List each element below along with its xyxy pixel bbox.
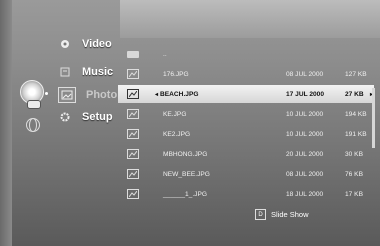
top-header-bar [120,0,380,38]
footer-hint: D Slide Show [255,209,309,220]
file-list-panel: .. 176.JPG 08 JUL 2000 127 KB BEACH.JPG 17 J… [118,44,374,199]
file-name: ______1_.JPG [163,190,207,198]
menu-item-music[interactable]: Music [58,62,113,82]
film-reel-icon [58,37,72,51]
file-date: 10 JUL 2000 [286,130,324,138]
file-size: 30 KB [345,150,363,158]
main-menu: Video Music Photo Setup [0,30,122,200]
photo-icon [58,87,76,103]
file-size: 17 KB [345,190,363,198]
file-name: KE.JPG [163,110,187,118]
menu-item-label: Photo [86,89,118,101]
file-size: 27 KB [345,90,364,98]
file-date: 08 JUL 2000 [286,70,324,78]
file-name: MBHONG.JPG [163,150,208,158]
file-row[interactable]: NEW_BEE.JPG 08 JUL 2000 76 KB [118,164,374,184]
menu-item-label: Setup [82,111,113,123]
d-key-icon: D [255,209,266,220]
parent-folder-label: .. [163,50,167,58]
menu-item-label: Video [82,38,112,50]
scrollbar[interactable] [372,88,375,148]
file-row[interactable]: KE2.JPG 10 JUL 2000 191 KB [118,124,374,144]
menu-item-label: Music [82,66,114,78]
file-size: 76 KB [345,170,363,178]
photo-file-icon [127,69,139,79]
gear-icon [58,110,72,124]
dvd-menu-screen: Video Music Photo Setup .. 176.JPG 08 JUL… [0,0,380,246]
slide-show-label: Slide Show [271,210,309,219]
file-size: 194 KB [345,110,367,118]
file-name: NEW_BEE.JPG [163,170,210,178]
photo-file-icon [127,169,139,179]
file-date: 18 JUL 2000 [286,190,324,198]
folder-icon [127,50,139,58]
photo-file-icon [127,189,139,199]
file-date: 17 JUL 2000 [286,90,325,98]
file-row[interactable]: 176.JPG 08 JUL 2000 127 KB [118,64,374,84]
music-notes-icon [58,65,72,79]
menu-item-video[interactable]: Video [58,34,112,54]
photo-file-icon [127,89,139,99]
file-row[interactable]: ______1_.JPG 18 JUL 2000 17 KB [118,184,374,204]
menu-item-setup[interactable]: Setup [58,107,113,127]
photo-file-icon [127,129,139,139]
file-name: 176.JPG [163,70,189,78]
file-name: BEACH.JPG [160,90,199,98]
parent-folder-row[interactable]: .. [118,44,374,64]
file-row[interactable]: KE.JPG 10 JUL 2000 194 KB [118,104,374,124]
menu-item-photo[interactable]: Photo [58,85,117,105]
photo-file-icon [127,149,139,159]
file-row[interactable]: MBHONG.JPG 20 JUL 2000 30 KB [118,144,374,164]
file-date: 20 JUL 2000 [286,150,324,158]
file-size: 127 KB [345,70,367,78]
left-arrow-icon: ◂ [155,91,159,98]
file-date: 08 JUL 2000 [286,170,324,178]
file-date: 10 JUL 2000 [286,110,324,118]
file-row[interactable]: BEACH.JPG17 JUL 200027 KB◂▸ [118,85,374,103]
file-size: 191 KB [345,130,367,138]
photo-file-icon [127,109,139,119]
file-name: KE2.JPG [163,130,191,138]
